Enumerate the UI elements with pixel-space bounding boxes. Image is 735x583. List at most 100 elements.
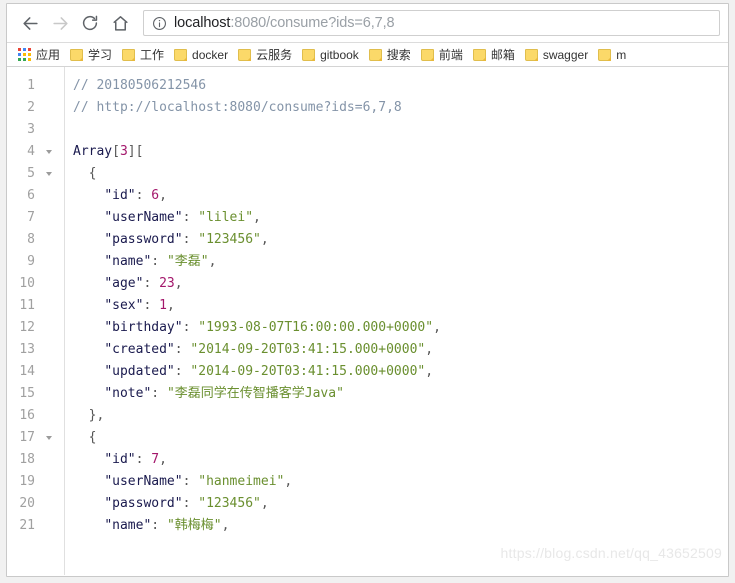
code-line: 11 "sex": 1,	[7, 295, 728, 317]
bookmark-item[interactable]: gitbook	[297, 44, 364, 65]
home-icon	[111, 14, 130, 33]
bookmark-apps[interactable]: 应用	[13, 44, 65, 65]
bookmark-item[interactable]: 云服务	[233, 44, 297, 65]
address-bar-url: localhost:8080/consume?ids=6,7,8	[174, 15, 395, 31]
code-token: // http://localhost:8080/consume?ids=6,7…	[73, 100, 402, 115]
bookmark-item[interactable]: docker	[169, 44, 233, 65]
reload-icon	[81, 14, 99, 32]
bookmark-item[interactable]: 搜索	[364, 44, 416, 65]
line-number: 8	[27, 232, 35, 247]
code-token: ][	[127, 144, 144, 159]
code-token: ,	[433, 320, 441, 335]
address-bar[interactable]: localhost:8080/consume?ids=6,7,8	[143, 10, 720, 36]
bookmark-label: docker	[192, 47, 229, 62]
code-line: 18 "id": 7,	[7, 449, 728, 471]
code-token: ,	[253, 210, 261, 225]
folder-icon	[598, 48, 612, 61]
bookmarks-bar: 应用 学习 工作 docker 云服务 gitbook 搜索 前端 邮箱 swagger m	[7, 42, 728, 67]
code-token: :	[151, 518, 167, 533]
code-line: 7 "userName": "lilei",	[7, 207, 728, 229]
line-number: 11	[19, 298, 35, 313]
bookmark-item[interactable]: 前端	[416, 44, 468, 65]
line-number: 6	[27, 188, 35, 203]
folder-icon	[368, 48, 382, 61]
fold-triangle-icon[interactable]	[46, 150, 52, 154]
forward-button[interactable]	[45, 8, 75, 38]
code-token: "password"	[104, 232, 183, 247]
code-lines: 1 // 20180506212546 2 // http://localhost:8…	[7, 75, 728, 537]
code-token: "userName"	[104, 474, 183, 489]
line-number: 13	[19, 342, 35, 357]
line-number: 4	[27, 144, 35, 159]
code-text: {	[73, 427, 97, 449]
back-button[interactable]	[15, 8, 45, 38]
code-token: "李磊"	[166, 254, 209, 269]
code-text: "name": "韩梅梅",	[73, 515, 229, 537]
code-text: },	[73, 405, 105, 427]
code-token: ,	[159, 452, 167, 467]
url-path: :8080/consume?ids=6,7,8	[230, 15, 395, 31]
line-number: 9	[27, 254, 35, 269]
code-token: "hanmeimei"	[198, 474, 285, 489]
code-text: Array[3][	[73, 141, 143, 163]
folder-icon	[70, 48, 84, 61]
code-text: "password": "123456",	[73, 229, 268, 251]
line-number: 15	[19, 386, 35, 401]
code-token: :	[182, 210, 199, 225]
page-content: 1 // 20180506212546 2 // http://localhost:8…	[7, 67, 728, 575]
line-number: 2	[27, 100, 35, 115]
code-text: "sex": 1,	[73, 295, 174, 317]
fold-triangle-icon[interactable]	[46, 172, 52, 176]
bookmark-item[interactable]: 邮箱	[468, 44, 520, 65]
code-token: 3	[119, 144, 128, 159]
bookmark-item[interactable]: 学习	[65, 44, 117, 65]
code-text: "updated": "2014-09-20T03:41:15.000+0000…	[73, 361, 433, 383]
code-token: "2014-09-20T03:41:15.000+0000"	[190, 364, 426, 379]
code-token: "age"	[104, 276, 144, 291]
code-token: :	[151, 254, 167, 269]
code-text: "birthday": "1993-08-07T16:00:00.000+000…	[73, 317, 441, 339]
code-line: 14 "updated": "2014-09-20T03:41:15.000+0…	[7, 361, 728, 383]
code-token: [	[112, 144, 120, 159]
bookmark-item[interactable]: swagger	[520, 44, 593, 65]
bookmark-item[interactable]: 工作	[117, 44, 169, 65]
reload-button[interactable]	[75, 8, 105, 38]
bookmark-item[interactable]: m	[593, 44, 631, 65]
code-token: "韩梅梅"	[166, 518, 222, 533]
code-line: 15 "note": "李磊同学在传智播客学Java"	[7, 383, 728, 405]
code-token: "name"	[104, 254, 152, 269]
browser-frame: localhost:8080/consume?ids=6,7,8 应用 学习 工作…	[6, 3, 729, 577]
code-token: "password"	[104, 496, 183, 511]
code-token: {	[73, 166, 97, 181]
code-token: ,	[284, 474, 293, 489]
code-token: "name"	[104, 518, 152, 533]
folder-icon	[238, 48, 252, 61]
code-token: :	[182, 232, 199, 247]
line-number: 17	[19, 430, 35, 445]
arrow-left-icon	[21, 14, 40, 33]
code-line: 21 "name": "韩梅梅",	[7, 515, 728, 537]
line-number: 19	[19, 474, 35, 489]
folder-icon	[524, 48, 538, 61]
url-host: localhost	[174, 15, 231, 31]
code-token: :	[174, 364, 191, 379]
fold-triangle-icon[interactable]	[46, 436, 52, 440]
home-button[interactable]	[105, 8, 135, 38]
json-viewer: 1 // 20180506212546 2 // http://localhost:8…	[7, 67, 728, 575]
code-token: "lilei"	[198, 210, 254, 225]
code-token: 6	[151, 188, 160, 203]
code-text: "id": 7,	[73, 449, 167, 471]
code-line: 9 "name": "李磊",	[7, 251, 728, 273]
code-token: },	[73, 408, 105, 423]
info-circle-icon[interactable]	[152, 16, 167, 31]
code-text: "name": "李磊",	[73, 251, 216, 273]
